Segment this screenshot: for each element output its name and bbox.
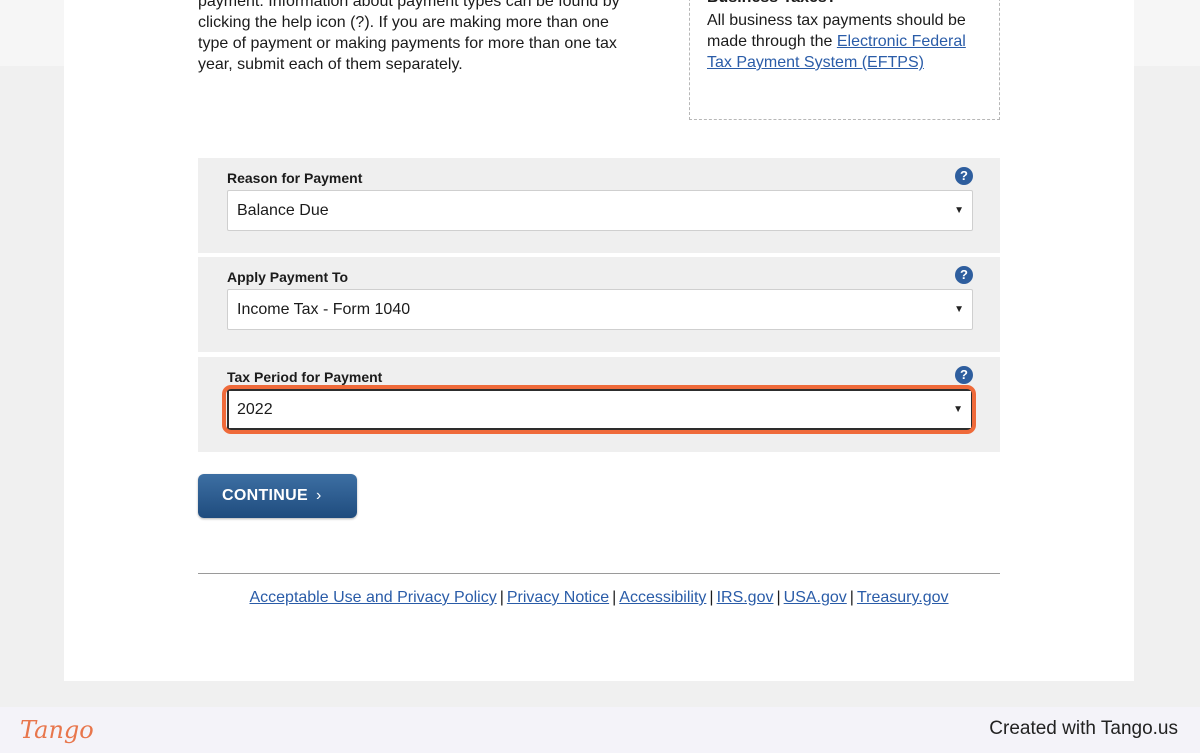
- tax-period-panel: Tax Period for Payment ? 2022 ▼: [198, 357, 1000, 452]
- help-icon[interactable]: ?: [955, 167, 973, 185]
- footer-separator: |: [612, 589, 617, 606]
- instructions-line: type of payment or making payments for m…: [198, 35, 617, 52]
- tax-period-label: Tax Period for Payment: [227, 369, 383, 385]
- continue-button[interactable]: CONTINUE ›: [198, 474, 357, 518]
- tango-logo: Tango: [20, 716, 94, 744]
- footer-divider: [198, 573, 1000, 574]
- footer-separator: |: [776, 589, 781, 606]
- dropdown-caret-icon: ▼: [953, 404, 963, 415]
- reason-for-payment-panel: Reason for Payment ? Balance Due ▼: [198, 158, 1000, 253]
- footer-links: Acceptable Use and Privacy Policy | Privac…: [198, 589, 1000, 607]
- acceptable-use-link[interactable]: Acceptable Use and Privacy Policy: [249, 589, 496, 606]
- accessibility-link[interactable]: Accessibility: [619, 589, 706, 606]
- business-taxes-box: Business Taxes? All business tax payment…: [689, 0, 1000, 120]
- privacy-notice-link[interactable]: Privacy Notice: [507, 589, 609, 606]
- footer-separator: |: [709, 589, 714, 606]
- continue-label: CONTINUE: [222, 487, 308, 504]
- instructions-line: payment. Information about payment types…: [198, 0, 620, 10]
- help-icon[interactable]: ?: [955, 366, 973, 384]
- instructions-text: payment. Information about payment types…: [198, 0, 668, 75]
- footer-separator: |: [849, 589, 854, 606]
- apply-payment-to-label: Apply Payment To: [227, 269, 349, 285]
- tango-credit: Created with Tango.us: [989, 718, 1178, 739]
- instructions-line: clicking the help icon (?). If you are m…: [198, 14, 609, 31]
- select-value: Income Tax - Form 1040: [237, 301, 411, 318]
- apply-payment-to-select[interactable]: Income Tax - Form 1040 ▼: [227, 289, 973, 330]
- business-taxes-heading: Business Taxes?: [707, 0, 983, 8]
- reason-for-payment-select[interactable]: Balance Due ▼: [227, 190, 973, 231]
- dropdown-caret-icon: ▼: [954, 304, 964, 315]
- payment-form-page: payment. Information about payment types…: [64, 0, 1134, 681]
- chevron-right-icon: ›: [315, 487, 322, 504]
- reason-for-payment-label: Reason for Payment: [227, 170, 363, 186]
- help-icon[interactable]: ?: [955, 266, 973, 284]
- tax-period-select[interactable]: 2022 ▼: [227, 389, 973, 430]
- footer-separator: |: [499, 589, 504, 606]
- select-value: 2022: [237, 401, 273, 418]
- treasury-gov-link[interactable]: Treasury.gov: [857, 589, 949, 606]
- select-value: Balance Due: [237, 202, 329, 219]
- irs-gov-link[interactable]: IRS.gov: [717, 589, 774, 606]
- usa-gov-link[interactable]: USA.gov: [784, 589, 847, 606]
- tango-footer-bar: Tango Created with Tango.us: [0, 707, 1200, 753]
- dropdown-caret-icon: ▼: [954, 205, 964, 216]
- apply-payment-to-panel: Apply Payment To ? Income Tax - Form 104…: [198, 257, 1000, 352]
- instructions-line: year, submit each of them separately.: [198, 56, 463, 73]
